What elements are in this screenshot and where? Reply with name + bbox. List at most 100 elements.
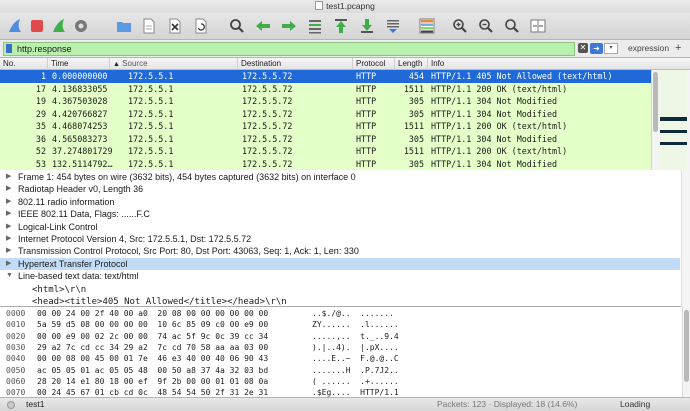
column-header-destination[interactable]: Destination <box>238 58 353 70</box>
packet-row[interactable]: 53 132.5114792… 172.5.5.1 172.5.5.72 HTTP 305… <box>0 157 651 170</box>
column-header-source-label: Source <box>122 59 148 68</box>
search-icon <box>230 19 244 33</box>
add-filter-button[interactable]: + <box>675 42 681 54</box>
bookmark-icon[interactable] <box>6 44 12 53</box>
byte-offset: 0040 <box>6 354 26 364</box>
detail-tree-label: 802.11 radio information <box>18 196 115 207</box>
packet-cell-proto: HTTP <box>356 146 377 156</box>
packet-row[interactable]: 1 0.000000000 172.5.5.1 172.5.5.72 HTTP 454 HT… <box>0 70 651 83</box>
detail-tree-item[interactable]: ▶ IEEE 802.11 Data, Flags: ......F.C <box>0 208 680 220</box>
packet-cell-dst: 172.5.5.72 <box>242 158 293 169</box>
expand-triangle-closed-icon[interactable]: ▶ <box>6 233 11 245</box>
arrow-down-to-bottom-icon <box>361 19 373 33</box>
expand-triangle-closed-icon[interactable]: ▶ <box>6 196 11 208</box>
byte-row[interactable]: 0030 29 a2 7c cd cc 34 29 a2 7c cd 70 58 … <box>0 342 680 353</box>
details-scrollbar[interactable] <box>681 170 690 307</box>
display-filter-input[interactable]: http.response <box>3 42 575 56</box>
byte-row[interactable]: 0060 28 20 14 e1 80 18 00 ef 9f 2b 00 00 … <box>0 376 680 387</box>
expert-info-indicator-icon[interactable] <box>7 401 15 409</box>
packet-cell-src: 172.5.5.1 <box>128 83 174 94</box>
expand-triangle-closed-icon[interactable]: ▶ <box>6 171 11 183</box>
detail-tree-item[interactable]: <head><title>405 Not Allowed</title></he… <box>0 295 680 307</box>
byte-offset: 0020 <box>6 331 26 341</box>
apply-filter-button[interactable]: ➜ <box>590 43 603 54</box>
column-header-time[interactable]: Time <box>48 58 110 70</box>
packet-cell-info: HTTP/1.1 304 Not Modified <box>431 108 558 119</box>
first-packet-button[interactable] <box>332 17 350 35</box>
column-header-no[interactable]: No. <box>0 58 48 70</box>
column-header-length[interactable]: Length <box>395 58 428 70</box>
detail-tree-label: IEEE 802.11 Data, Flags: ......F.C <box>18 209 150 220</box>
column-header-info[interactable]: Info <box>428 58 690 70</box>
auto-scroll-button[interactable] <box>384 17 402 35</box>
expand-triangle-closed-icon[interactable]: ▶ <box>6 183 11 195</box>
go-to-packet-button[interactable] <box>306 17 324 35</box>
reload-button[interactable] <box>192 17 210 35</box>
packet-row[interactable]: 36 4.565083273 172.5.5.1 172.5.5.72 HTTP 305 H… <box>0 132 651 145</box>
byte-row[interactable]: 0050 ac 05 05 01 ac 05 05 48 00 50 a8 37 … <box>0 365 680 376</box>
packet-cell-no: 35 <box>35 121 46 131</box>
packet-cell-proto: HTTP <box>356 71 377 81</box>
packet-row[interactable]: 35 4.468074253 172.5.5.1 172.5.5.72 HTTP 1511… <box>0 120 651 133</box>
resize-columns-button[interactable] <box>529 17 547 35</box>
detail-tree-item[interactable]: ▶ Radiotap Header v0, Length 36 <box>0 183 680 195</box>
packet-cell-len: 305 <box>408 133 424 144</box>
expand-triangle-closed-icon[interactable]: ▶ <box>6 258 11 270</box>
packet-cell-time: 4.136833055 <box>52 83 108 94</box>
detail-tree-item[interactable]: ▶ 802.11 radio information <box>0 196 680 208</box>
detail-tree-item[interactable]: ▶ Internet Protocol Version 4, Src: 172.5… <box>0 233 680 245</box>
column-header-protocol[interactable]: Protocol <box>353 58 395 70</box>
expand-triangle-open-icon[interactable]: ▼ <box>6 270 13 282</box>
byte-row[interactable]: 0040 00 00 08 00 45 00 01 7e 46 e3 40 00 … <box>0 353 680 364</box>
packet-cell-no: 29 <box>35 108 46 119</box>
byte-row[interactable]: 0000 00 00 24 00 2f 40 00 a0 20 08 00 00 … <box>0 308 680 319</box>
byte-hex: 00 00 e9 00 02 2c 00 00 74 ac 5f 9c 0c 3… <box>37 331 269 341</box>
normal-size-button[interactable] <box>503 17 521 35</box>
zoom-in-button[interactable] <box>451 17 469 35</box>
column-header-source[interactable]: ▲ Source <box>110 58 238 70</box>
expand-triangle-closed-icon[interactable]: ▶ <box>6 208 11 220</box>
stop-capture-button[interactable] <box>28 17 46 35</box>
arrow-up-to-top-icon <box>335 19 347 33</box>
colorize-button[interactable] <box>418 17 436 35</box>
detail-tree-item[interactable]: ▶ Hypertext Transfer Protocol <box>0 257 680 271</box>
go-back-button[interactable] <box>254 17 272 35</box>
packet-row[interactable]: 29 4.420766827 172.5.5.1 172.5.5.72 HTTP 305 H… <box>0 107 651 120</box>
zoom-out-button[interactable] <box>477 17 495 35</box>
save-file-button[interactable] <box>140 17 158 35</box>
packet-row[interactable]: 19 4.367503028 172.5.5.1 172.5.5.72 HTTP 305 H… <box>0 95 651 108</box>
packet-row[interactable]: 52 37.274801729 172.5.5.1 172.5.5.72 HTTP 151… <box>0 145 651 158</box>
bytes-scrollbar[interactable] <box>682 307 690 397</box>
restart-capture-button[interactable] <box>50 17 68 35</box>
minimap-marker-selected <box>660 117 687 121</box>
open-file-button[interactable] <box>115 17 133 35</box>
last-packet-button[interactable] <box>358 17 376 35</box>
expand-triangle-closed-icon[interactable]: ▶ <box>6 245 11 257</box>
packet-cell-proto: HTTP <box>356 121 377 131</box>
packet-cell-time: 4.468074253 <box>52 121 108 131</box>
detail-tree-item[interactable]: ▶ Transmission Control Protocol, Src Port… <box>0 245 680 257</box>
bytes-scroll-thumb[interactable] <box>684 310 689 382</box>
detail-tree-item[interactable]: ▼ Line-based text data: text/html <box>0 270 680 282</box>
capture-options-button[interactable] <box>72 17 90 35</box>
detail-tree-item[interactable]: ▶ Frame 1: 454 bytes on wire (3632 bits),… <box>0 171 680 183</box>
expand-triangle-closed-icon[interactable]: ▶ <box>6 221 11 233</box>
minimap-marker <box>660 142 687 145</box>
detail-tree-item[interactable]: <html>\r\n <box>0 283 680 295</box>
expression-button[interactable]: expression <box>628 43 669 53</box>
packet-list-scroll-thumb[interactable] <box>653 72 658 132</box>
byte-row[interactable]: 0020 00 00 e9 00 02 2c 00 00 74 ac 5f 9c … <box>0 331 680 342</box>
main-toolbar <box>0 13 690 40</box>
clear-filter-button[interactable]: ✕ <box>578 43 588 53</box>
start-capture-button[interactable] <box>6 17 24 35</box>
packet-row[interactable]: 17 4.136833055 172.5.5.1 172.5.5.72 HTTP 1511… <box>0 82 651 95</box>
detail-tree-item[interactable]: ▶ Logical-Link Control <box>0 221 680 233</box>
close-file-button[interactable] <box>166 17 184 35</box>
filter-history-dropdown[interactable]: ▾ <box>604 43 618 54</box>
byte-ascii: ( ...... .+...... <box>312 376 399 386</box>
byte-row[interactable]: 0010 5a 59 d5 08 00 00 00 00 10 6c 85 09 … <box>0 319 680 330</box>
find-packet-button[interactable] <box>228 17 246 35</box>
packet-list-scrollbar[interactable] <box>651 70 690 170</box>
stop-icon <box>31 20 43 32</box>
go-forward-button[interactable] <box>280 17 298 35</box>
